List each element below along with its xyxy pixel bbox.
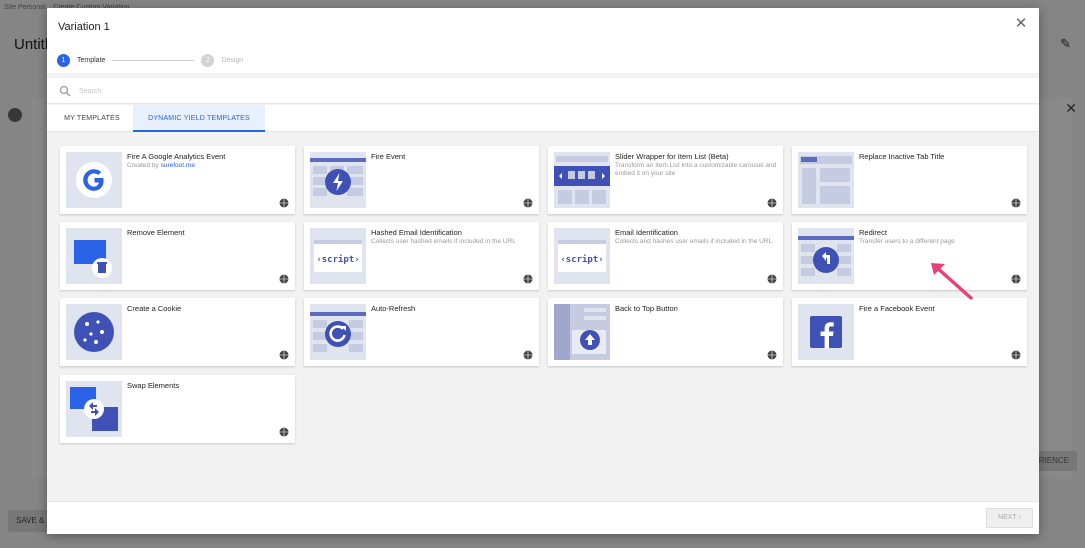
step-2-label: Design bbox=[221, 56, 244, 64]
card-description: Collects user hashed emails if included … bbox=[371, 238, 516, 245]
lightning-icon bbox=[310, 152, 366, 208]
close-button[interactable]: ✕ bbox=[1013, 16, 1029, 32]
globe-icon bbox=[523, 274, 533, 284]
card-desc-prefix: Created by bbox=[127, 162, 161, 169]
script-label: ‹script› bbox=[560, 254, 603, 265]
template-card-fire-event[interactable]: Fire Event bbox=[304, 146, 539, 214]
script-label: ‹script› bbox=[316, 254, 359, 265]
globe-icon bbox=[523, 350, 533, 360]
card-description: Created by surefoot.me bbox=[127, 162, 289, 170]
globe-icon bbox=[279, 350, 289, 360]
template-tabs: MY TEMPLATES DYNAMIC YIELD TEMPLATES bbox=[47, 105, 1039, 132]
google-icon bbox=[66, 152, 122, 208]
template-card-swap-elements[interactable]: Swap Elements bbox=[60, 375, 295, 443]
card-title: Replace Inactive Tab Title bbox=[859, 152, 945, 161]
search-bar bbox=[47, 78, 1039, 104]
card-title: Swap Elements bbox=[127, 381, 180, 390]
card-title: Back to Top Button bbox=[615, 304, 678, 313]
globe-icon bbox=[1011, 198, 1021, 208]
tab-my-templates[interactable]: MY TEMPLATES bbox=[53, 105, 131, 132]
template-card-google-analytics[interactable]: Fire A Google Analytics Event Created by… bbox=[60, 146, 295, 214]
template-card-facebook-event[interactable]: Fire a Facebook Event bbox=[792, 298, 1027, 366]
globe-icon bbox=[279, 427, 289, 437]
card-description: Collects and hashes user emails if inclu… bbox=[615, 238, 773, 245]
globe-icon bbox=[523, 198, 533, 208]
step-1-circle: 1 bbox=[57, 53, 70, 67]
card-description: Transfer users to a different page bbox=[859, 238, 955, 245]
redirect-icon bbox=[798, 228, 854, 284]
template-card-hashed-email[interactable]: ‹script› Hashed Email Identification Col… bbox=[304, 222, 539, 290]
globe-icon bbox=[279, 198, 289, 208]
step-1-label: Template bbox=[77, 56, 106, 64]
facebook-icon bbox=[798, 304, 854, 360]
card-title: Redirect bbox=[859, 228, 887, 237]
globe-icon bbox=[1011, 274, 1021, 284]
search-icon bbox=[59, 85, 71, 97]
trash-icon bbox=[66, 228, 122, 284]
template-card-redirect[interactable]: Redirect Transfer users to a different p… bbox=[792, 222, 1027, 290]
refresh-icon bbox=[310, 304, 366, 360]
globe-icon bbox=[767, 350, 777, 360]
author-link[interactable]: surefoot.me bbox=[161, 162, 195, 169]
next-button[interactable]: NEXT › bbox=[986, 508, 1033, 528]
search-input[interactable] bbox=[79, 83, 979, 99]
arrow-up-icon bbox=[554, 304, 610, 360]
card-title: Email Identification bbox=[615, 228, 678, 237]
template-card-auto-refresh[interactable]: Auto-Refresh bbox=[304, 298, 539, 366]
script-icon: ‹script› bbox=[554, 228, 610, 284]
card-title: Hashed Email Identification bbox=[371, 228, 462, 237]
template-card-create-cookie[interactable]: Create a Cookie bbox=[60, 298, 295, 366]
tab-dynamic-yield-templates[interactable]: DYNAMIC YIELD TEMPLATES bbox=[133, 105, 265, 132]
step-connector bbox=[112, 59, 195, 61]
script-icon: ‹script› bbox=[310, 228, 366, 284]
globe-icon bbox=[767, 198, 777, 208]
step-2-circle: 2 bbox=[201, 53, 215, 67]
swap-icon bbox=[66, 381, 122, 437]
modal-header: Variation 1 ✕ 1 Template 2 Design bbox=[47, 8, 1039, 73]
modal-title: Variation 1 bbox=[58, 21, 110, 33]
card-title: Fire A Google Analytics Event bbox=[127, 152, 226, 161]
browser-tab-icon bbox=[798, 152, 854, 208]
card-title: Auto-Refresh bbox=[371, 304, 416, 313]
template-modal: Variation 1 ✕ 1 Template 2 Design MY TEM… bbox=[47, 8, 1039, 534]
template-card-back-to-top[interactable]: Back to Top Button bbox=[548, 298, 783, 366]
template-card-slider-wrapper[interactable]: Slider Wrapper for Item List (Beta) Tran… bbox=[548, 146, 783, 214]
template-card-remove-element[interactable]: Remove Element bbox=[60, 222, 295, 290]
cookie-icon bbox=[66, 304, 122, 360]
stepper: 1 Template 2 Design bbox=[57, 53, 243, 67]
template-card-replace-inactive-tab[interactable]: Replace Inactive Tab Title bbox=[792, 146, 1027, 214]
card-title: Remove Element bbox=[127, 228, 185, 237]
card-title: Fire a Facebook Event bbox=[859, 304, 935, 313]
globe-icon bbox=[279, 274, 289, 284]
annotation-arrow-icon bbox=[931, 263, 973, 300]
globe-icon bbox=[767, 274, 777, 284]
globe-icon bbox=[1011, 350, 1021, 360]
template-card-email-identification[interactable]: ‹script› Email Identification Collects a… bbox=[548, 222, 783, 290]
card-title: Create a Cookie bbox=[127, 304, 182, 313]
modal-footer: NEXT › bbox=[47, 501, 1039, 534]
card-description: Transform an Item List into a customizab… bbox=[615, 162, 777, 177]
slider-icon bbox=[554, 152, 610, 208]
card-title: Fire Event bbox=[371, 152, 406, 161]
card-title: Slider Wrapper for Item List (Beta) bbox=[615, 152, 729, 161]
